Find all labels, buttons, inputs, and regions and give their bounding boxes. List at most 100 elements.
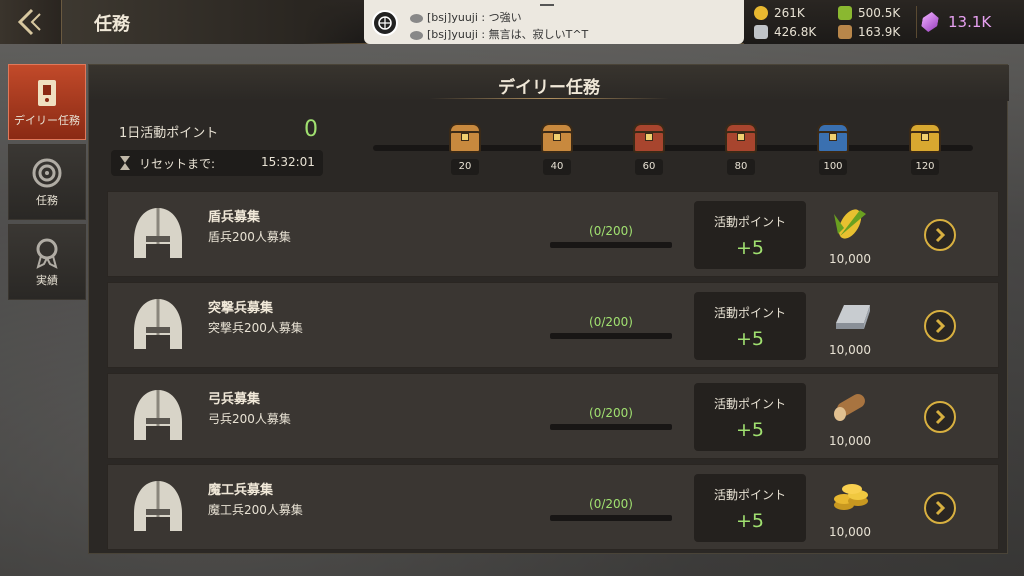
gold-amount: 261K [774,6,805,20]
arrow-right-icon [935,500,946,516]
reward-amount: 10,000 [829,525,871,539]
task-progress-text: (0/200) [589,497,633,511]
helmet-icon [128,204,188,266]
reward-chest-icon[interactable] [539,121,575,155]
globe-icon [372,10,398,36]
reward-amount: 10,000 [829,343,871,357]
activity-points-label: 活動ポイント [713,397,786,411]
iron-ingot-icon [754,25,768,39]
reward-chest-icon[interactable] [815,121,851,155]
task-progress-text: (0/200) [589,315,633,329]
chat-handle[interactable] [540,4,554,6]
task-row: 突撃兵募集突撃兵200人募集 (0/200) 活動ポイント +5 10,000 [107,282,999,368]
chest-points-label: 40 [543,159,571,175]
go-to-task-button[interactable] [924,310,956,342]
gem-amount: 13.1K [948,13,992,31]
go-to-task-button[interactable] [924,492,956,524]
task-progress-bar [550,333,672,339]
panel-header: デイリー任務 [89,65,1009,101]
food-amount: 500.5K [858,6,901,20]
chest-points-label: 120 [911,159,939,175]
chat-text: [bsj]yuuji : 無言は、寂しいT^T [427,28,589,41]
chest-points-label: 100 [819,159,847,175]
task-progress-text: (0/200) [589,224,633,238]
activity-points-box: 活動ポイント +5 [694,292,806,360]
reward-chest-icon[interactable] [907,121,943,155]
activity-points-box: 活動ポイント +5 [694,474,806,542]
activity-points-label: 活動ポイント [713,306,786,320]
helmet-icon [128,477,188,539]
gold-coin-icon [754,6,768,20]
task-row: 盾兵募集 盾兵200人募集 (0/200) 活動ポイント +5 10,000 [107,191,999,277]
chest-points-label: 60 [635,159,663,175]
reward-chest-icon[interactable] [447,121,483,155]
sidebar-item-label: 実績 [36,274,58,287]
reward-amount: 10,000 [829,252,871,266]
daily-points-label: 1日活動ポイント [119,126,219,141]
task-name: 魔工兵募集 [208,483,274,498]
resource-bar: 261K 500.5K 426.8K 163.9K 13.1K [744,0,1024,44]
task-row: 魔工兵募集 魔工兵200人募集 (0/200) 活動ポイント +5 10,000 [107,464,999,550]
sidebar-item-label: デイリー任務 [14,114,80,127]
iron-amount: 426.8K [774,25,817,39]
reset-label: リセットまで: [139,157,216,171]
gold-resource: 261K [754,6,805,20]
reset-time: 15:32:01 [261,155,315,169]
back-button[interactable] [0,0,62,44]
helmet-icon [128,295,188,357]
helmet-icon [128,386,188,448]
wood-resource: 163.9K [838,25,900,39]
daily-missions-panel: デイリー任務 1日活動ポイント 0 リセットまで: 15:32:01 20 40 6… [88,64,1009,554]
gem-resource[interactable]: 13.1K [922,12,991,32]
go-to-task-button[interactable] [924,219,956,251]
task-row: 弓兵募集 弓兵200人募集 (0/200) 活動ポイント +5 10,000 [107,373,999,459]
tab-achievements[interactable]: 実績 [8,224,86,300]
arrow-right-icon [935,227,946,243]
activity-points-value: +5 [735,510,764,532]
arrow-right-icon [935,409,946,425]
task-name: 弓兵募集 [208,392,261,407]
corn-icon [838,6,852,20]
top-bar: 任務 [bsj]yuuji : つ強い [bsj]yuuji : 無言は、寂しい… [0,0,1024,44]
task-progress-bar [550,515,672,521]
iron-ingot-icon [830,295,872,335]
task-description: 突撃兵200人募集 [208,321,303,335]
iron-resource: 426.8K [754,25,816,39]
header-divider [429,98,669,99]
task-progress-bar [550,242,672,248]
chat-text: [bsj]yuuji : つ強い [427,11,522,24]
chest-points-label: 80 [727,159,755,175]
reward-chest-icon[interactable] [723,121,759,155]
activity-points-value: +5 [735,237,764,259]
page-title: 任務 [94,14,130,35]
chat-message: [bsj]yuuji : つ強い [410,9,522,25]
go-to-task-button[interactable] [924,401,956,433]
task-name: 盾兵募集 [208,210,261,225]
activity-points-label: 活動ポイント [713,215,786,229]
tab-daily-missions[interactable]: デイリー任務 [8,64,86,140]
activity-points-box: 活動ポイント +5 [694,201,806,269]
tab-missions[interactable]: 任務 [8,144,86,220]
gem-icon [920,12,940,32]
activity-points-value: +5 [735,328,764,350]
chat-preview[interactable]: [bsj]yuuji : つ強い [bsj]yuuji : 無言は、寂しいT^T [364,0,744,44]
reward-amount: 10,000 [829,434,871,448]
activity-points-label: 活動ポイント [713,488,786,502]
panel-title: デイリー任務 [498,78,600,98]
target-icon [32,158,62,188]
arrow-right-icon [935,318,946,334]
chat-message: [bsj]yuuji : 無言は、寂しいT^T [410,26,588,42]
wood-log-icon [838,25,852,39]
scroll-icon [38,80,56,106]
activity-points-value: +5 [735,419,764,441]
daily-points-value: 0 [304,117,318,142]
wood-log-icon [830,386,872,426]
sidebar-item-label: 任務 [36,194,58,207]
wood-amount: 163.9K [858,25,901,39]
back-arrow-icon [17,8,41,36]
chest-points-label: 20 [451,159,479,175]
activity-points-box: 活動ポイント +5 [694,383,806,451]
task-name: 突撃兵募集 [208,301,274,316]
reward-chest-icon[interactable] [631,121,667,155]
reset-timer: リセットまで: 15:32:01 [111,150,323,176]
